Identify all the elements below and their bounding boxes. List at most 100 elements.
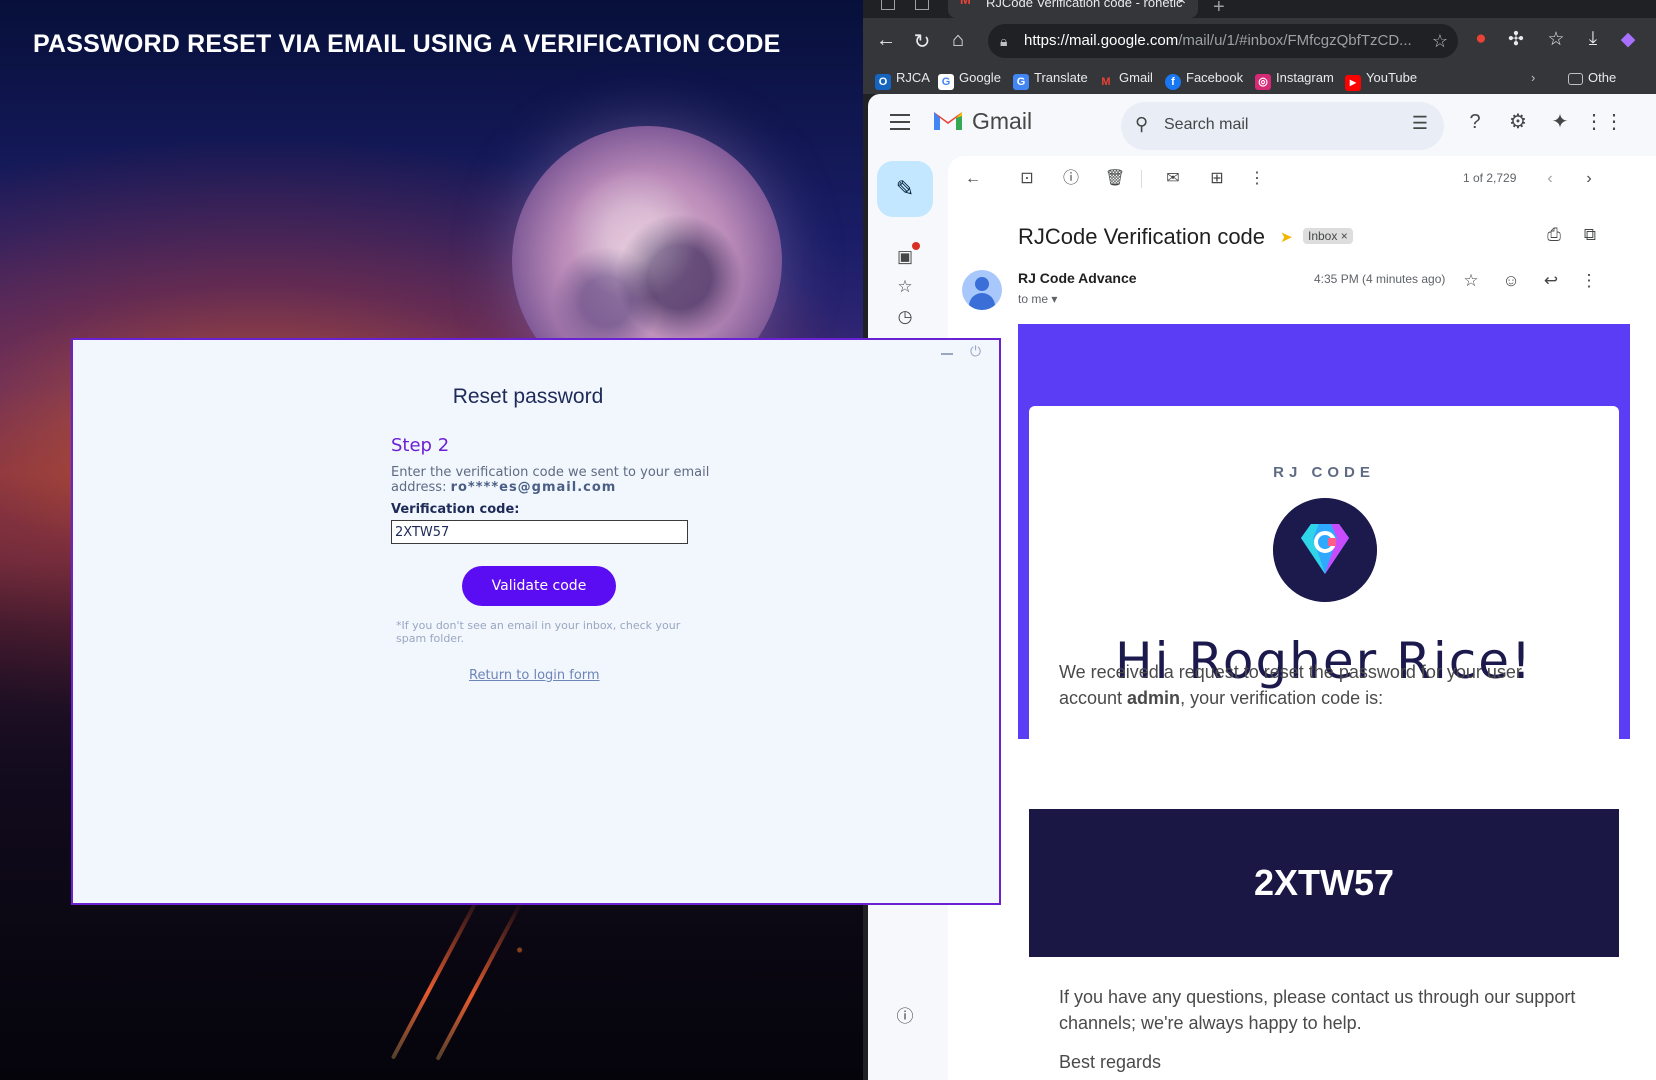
move-to-icon[interactable]: ⊞	[1204, 166, 1230, 192]
compose-button[interactable]: ✎	[877, 161, 933, 217]
close-power-icon[interactable]: ⏻	[970, 343, 981, 360]
other-bookmarks[interactable]: Othe	[1568, 70, 1616, 85]
search-mail-input[interactable]: ⚲ Search mail ☰	[1121, 102, 1444, 150]
bookmark-item[interactable]: G Google	[938, 70, 1001, 90]
url-path: /mail/u/1/#inbox/FMfcgzQbfTzCD...	[1178, 32, 1412, 49]
print-icon[interactable]: ⎙	[1542, 225, 1566, 245]
star-icon[interactable]: ☆	[1458, 268, 1484, 294]
close-tab-icon[interactable]: ×	[1177, 0, 1186, 8]
tab-actions-icon[interactable]	[915, 0, 929, 10]
email-card: RJ CODE Hi Rogher Rice!	[1029, 406, 1619, 1080]
profile-icon[interactable]: ◆	[1615, 28, 1641, 51]
reset-password-window: ⏻ Reset password Step 2 Enter the verifi…	[71, 338, 1001, 905]
email-signoff: Best regards	[1059, 1052, 1162, 1072]
snoozed-clock-icon[interactable]: ◷	[892, 304, 918, 330]
back-icon[interactable]: ←	[873, 29, 899, 52]
bookmarks-bar: O RJCA G Google G Translate M Gmail f Faceboo…	[863, 66, 1656, 94]
bookmarks-overflow-icon[interactable]: ›	[1531, 70, 1535, 85]
unread-indicator	[912, 242, 920, 250]
facebook-icon: f	[1165, 74, 1181, 90]
home-icon[interactable]: ⌂	[945, 29, 971, 52]
browser-toolbar: ← ↻ ⌂ 🔒︎ https://mail.google.com/mail/u/…	[863, 18, 1656, 66]
tab-strip: M RJCode Verification code - ronetic × +	[863, 0, 1656, 18]
received-time: 4:35 PM (4 minutes ago)	[1314, 272, 1446, 286]
tab-gmail[interactable]: M RJCode Verification code - ronetic ×	[948, 0, 1198, 18]
video-headline: PASSWORD RESET VIA EMAIL USING A VERIFIC…	[33, 30, 781, 58]
bookmark-item[interactable]: O RJCA	[875, 70, 930, 90]
reply-icon[interactable]: ↩	[1538, 268, 1564, 294]
workspaces-icon[interactable]	[881, 0, 895, 10]
inbox-label-chip[interactable]: Inbox ×	[1303, 228, 1353, 244]
email-brand: RJ CODE	[1273, 464, 1375, 481]
masked-email: ro****es@gmail.com	[450, 480, 617, 495]
translate-icon: G	[1013, 74, 1029, 90]
message-more-icon[interactable]: ⋮	[1576, 268, 1602, 294]
report-spam-icon[interactable]: ⓘ	[1058, 166, 1084, 192]
bookmark-item[interactable]: M Gmail	[1098, 70, 1153, 90]
email-body: RJ CODE Hi Rogher Rice! We received a re…	[1018, 324, 1630, 1080]
emoji-react-icon[interactable]: ☺	[1498, 268, 1524, 294]
validate-code-button[interactable]: Validate code	[462, 566, 616, 606]
older-icon[interactable]: ›	[1576, 166, 1602, 192]
extension-icon[interactable]: ●	[1468, 28, 1494, 50]
step-label: Step 2	[391, 435, 450, 456]
search-options-icon[interactable]: ☰	[1412, 113, 1428, 134]
important-marker-icon[interactable]: ➤	[1280, 228, 1293, 246]
settings-gear-icon[interactable]: ⚙	[1504, 108, 1532, 136]
address-bar[interactable]: 🔒︎ https://mail.google.com/mail/u/1/#inb…	[988, 24, 1458, 58]
extensions-puzzle-icon[interactable]: ✣	[1503, 28, 1529, 51]
gmail-icon: M	[1101, 76, 1111, 88]
youtube-icon: ▶	[1345, 75, 1361, 91]
gmail-favicon-icon: M	[960, 0, 971, 6]
minimize-icon[interactable]	[941, 353, 953, 355]
step-description: Enter the verification code we sent to y…	[391, 465, 710, 495]
apps-grid-icon[interactable]: ⋮⋮	[1584, 108, 1624, 136]
mark-unread-icon[interactable]: ✉	[1160, 166, 1186, 192]
email-support-text: If you have any questions, please contac…	[1059, 987, 1576, 1033]
gemini-sparkle-icon[interactable]: ✦	[1546, 108, 1574, 136]
open-new-window-icon[interactable]: ⧉	[1578, 225, 1602, 245]
info-icon[interactable]: ⓘ	[892, 1004, 918, 1030]
folder-icon	[1568, 73, 1583, 85]
form-title: Reset password	[452, 385, 604, 408]
recipient-details[interactable]: to me ▾	[1018, 292, 1057, 306]
email-verification-code: 2XTW57	[1029, 809, 1619, 957]
verification-code-input[interactable]	[391, 520, 688, 544]
email-request-text: We received a request to reset the passw…	[1059, 662, 1522, 708]
main-menu-icon[interactable]	[890, 114, 910, 135]
downloads-icon[interactable]: ⤓	[1580, 28, 1606, 50]
message-view: ← ⊡ ⓘ 🗑︎ ✉ ⊞ ⋮ 1 of 2,729 ‹ › RJCode Ver…	[948, 156, 1656, 1080]
reload-icon[interactable]: ↻	[909, 29, 935, 54]
email-subject: RJCode Verification code	[1018, 224, 1266, 249]
back-to-inbox-icon[interactable]: ←	[960, 166, 986, 192]
message-pager: 1 of 2,729	[1463, 171, 1517, 185]
rj-code-diamond-logo	[1273, 498, 1377, 602]
site-info-icon[interactable]: 🔒︎	[1000, 24, 1007, 58]
archive-icon[interactable]: ⊡	[1014, 166, 1040, 192]
new-tab-icon[interactable]: +	[1213, 0, 1225, 19]
sender-avatar	[962, 270, 1002, 310]
bookmark-item[interactable]: ◎ Instagram	[1255, 70, 1334, 90]
bookmark-item[interactable]: ▶ YouTube	[1345, 70, 1417, 91]
bookmark-item[interactable]: f Facebook	[1165, 70, 1243, 90]
bookmark-star-icon[interactable]: ☆	[1432, 24, 1448, 58]
bookmark-item[interactable]: G Translate	[1013, 70, 1088, 90]
account-name: admin	[1127, 688, 1181, 708]
starred-icon[interactable]: ☆	[892, 274, 918, 300]
more-options-icon[interactable]: ⋮	[1244, 166, 1270, 192]
sender-name: RJ Code Advance	[1018, 270, 1137, 286]
url-host: https://mail.google.com	[1024, 32, 1179, 49]
favorites-icon[interactable]: ☆	[1543, 28, 1569, 51]
return-to-login-link[interactable]: Return to login form	[469, 668, 600, 683]
spam-folder-note: *If you don't see an email in your inbox…	[396, 619, 681, 645]
help-icon[interactable]: ?	[1461, 108, 1489, 136]
google-icon: G	[938, 74, 954, 90]
toolbar-divider	[1141, 170, 1142, 188]
outlook-icon: O	[875, 74, 891, 90]
message-toolbar: ← ⊡ ⓘ 🗑︎ ✉ ⊞ ⋮ 1 of 2,729 ‹ ›	[948, 156, 1656, 202]
delete-icon[interactable]: 🗑︎	[1102, 166, 1128, 192]
search-icon[interactable]: ⚲	[1135, 114, 1148, 135]
verification-code-label: Verification code:	[391, 502, 520, 517]
newer-icon[interactable]: ‹	[1537, 166, 1563, 192]
tab-title: RJCode Verification code - ronetic	[986, 0, 1183, 10]
